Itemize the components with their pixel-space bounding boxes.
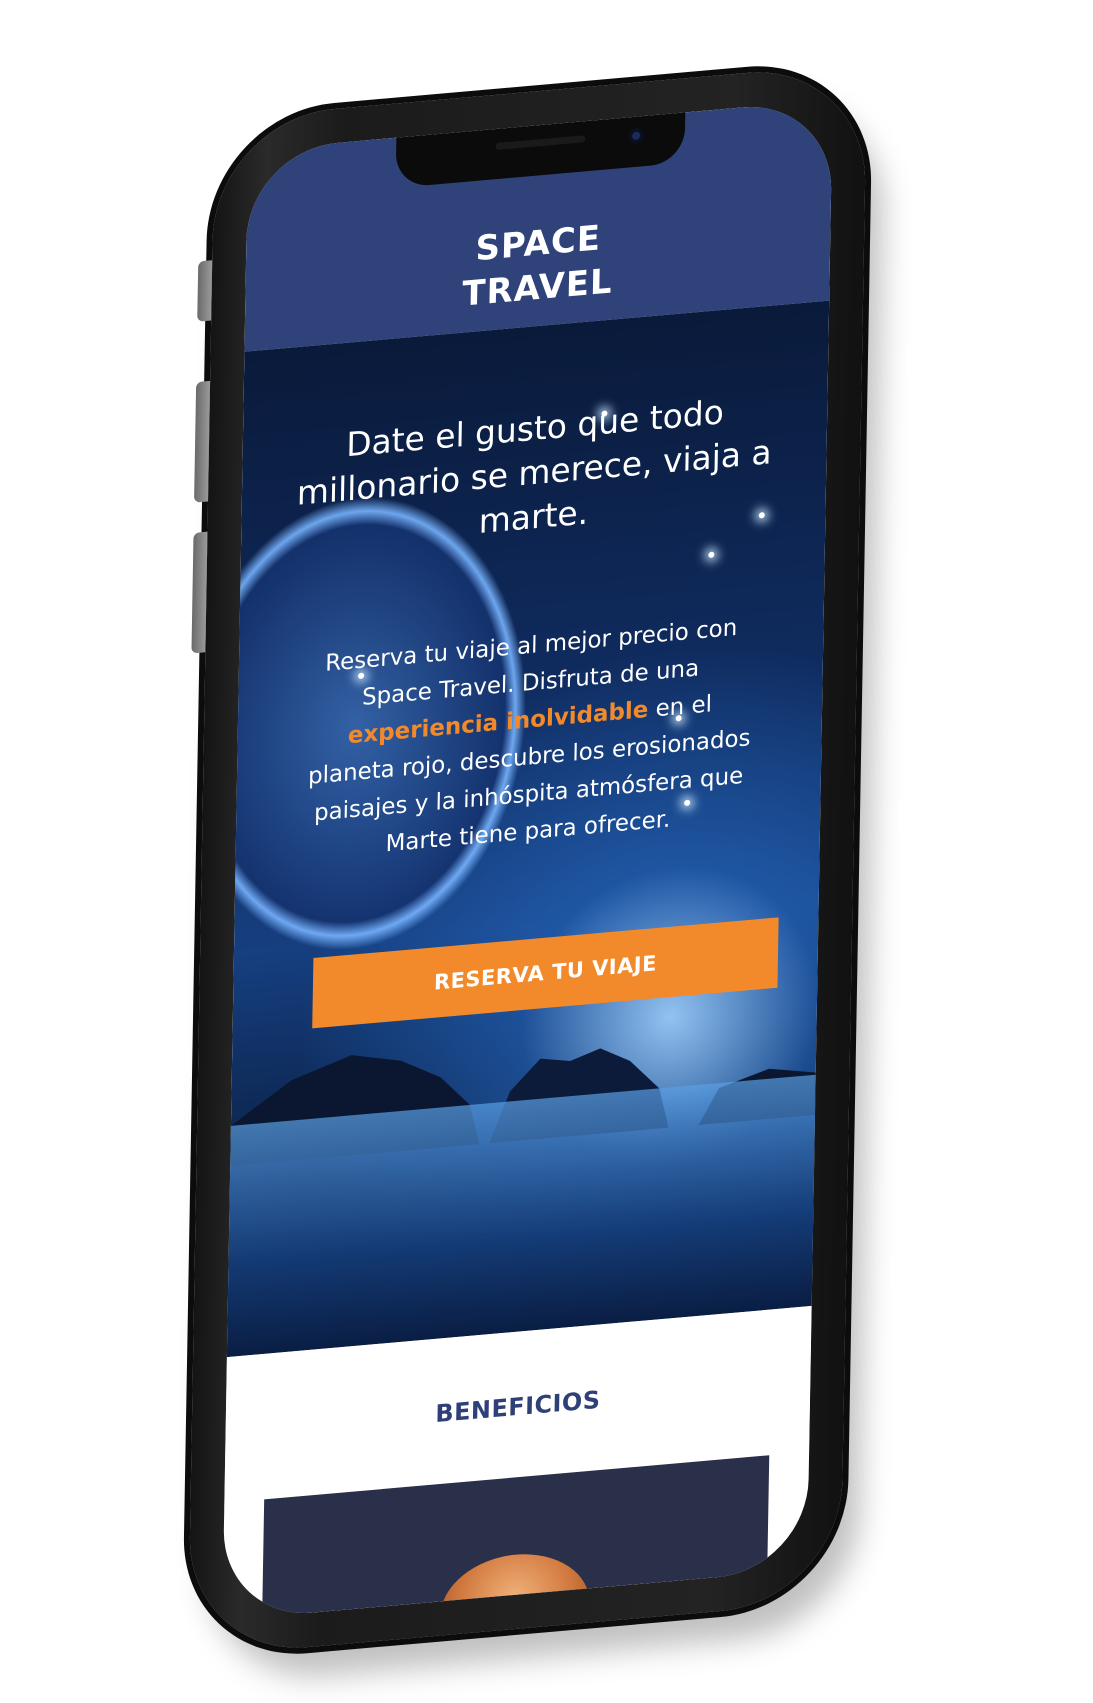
hero-headline: Date el gusto que todo millonario se mer… [296, 392, 772, 542]
volume-up-button [194, 380, 211, 503]
hero-section: Date el gusto que todo millonario se mer… [226, 300, 830, 1358]
hero-description: Reserva tu viaje al mejor precio con Spa… [305, 608, 754, 870]
benefits-title: BENEFICIOS [435, 1385, 601, 1429]
brand-logo-text[interactable]: SPACE TRAVEL [437, 213, 638, 319]
mute-switch [197, 260, 213, 322]
front-camera-icon [628, 128, 643, 144]
earpiece-speaker [495, 135, 585, 151]
volume-down-button [191, 531, 208, 654]
phone-screen: SPACE TRAVEL Date el gusto que todo mill… [222, 99, 833, 1621]
device-mockup-stage: SPACE TRAVEL Date el gusto que todo mill… [0, 0, 1093, 1703]
phone-device: SPACE TRAVEL Date el gusto que todo mill… [187, 62, 868, 1658]
star-sparkle [708, 551, 715, 559]
